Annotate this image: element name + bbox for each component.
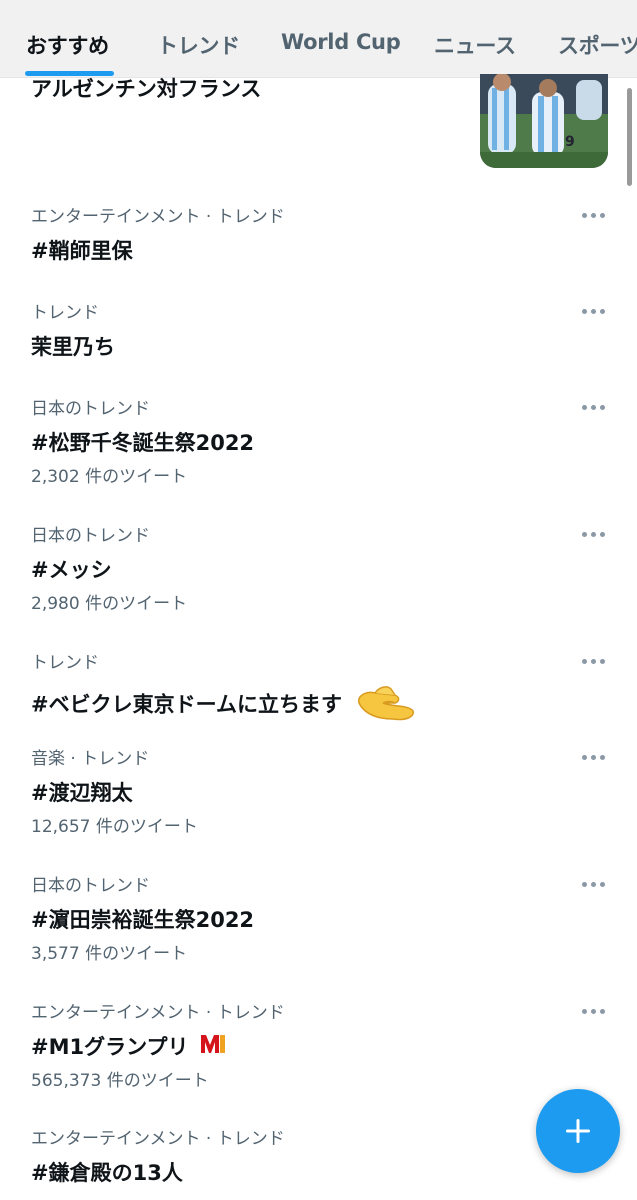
more-dots-icon[interactable] [580,656,608,668]
trend-context: 日本のトレンド [31,399,150,419]
trend-title: #鞘師里保 [31,239,133,263]
more-dots-icon[interactable] [580,529,608,541]
trend-item[interactable]: エンターテインメント · トレンド #鞘師里保 [31,205,591,267]
tweet-count: 565,373 件のツイート [31,1071,209,1091]
trend-context: 日本のトレンド [31,876,150,896]
plus-icon [566,1119,590,1143]
trend-item[interactable]: 日本のトレンド #濵田崇裕誕生祭2022 3,577 件のツイート [31,874,591,966]
tab-for-you[interactable]: おすすめ [26,30,109,60]
m1-logo-icon [199,1032,226,1064]
trend-title: 茉里乃ち [31,335,115,359]
trend-context: 音楽 · トレンド [31,749,150,769]
trend-context: 日本のトレンド [31,526,150,546]
trend-context: トレンド [31,303,99,323]
compose-tweet-button[interactable] [536,1089,620,1173]
tab-world-cup[interactable]: World Cup [281,30,401,60]
tweet-count: 3,577 件のツイート [31,944,188,964]
more-dots-icon[interactable] [580,402,608,414]
trend-title-row: #M1グランプリ [31,1031,591,1063]
trend-context: エンターテインメント · トレンド [31,1003,285,1023]
more-dots-icon[interactable] [580,210,608,222]
trend-item[interactable]: エンターテインメント · トレンド #鎌倉殿の13人 [31,1127,591,1189]
scrollbar-thumb[interactable] [627,88,632,186]
pinching-hand-emoji-icon [353,681,419,730]
more-dots-icon[interactable] [580,752,608,764]
trend-context: エンターテインメント · トレンド [31,207,285,227]
trend-title: #ベビクレ東京ドームに立ちます [31,692,342,717]
topic-thumbnail[interactable]: 9 [480,74,608,168]
tab-trending[interactable]: トレンド [157,30,240,60]
svg-text:9: 9 [565,134,575,150]
trend-title: #渡辺翔太 [31,781,133,805]
tweet-count: 2,980 件のツイート [31,594,188,614]
trend-title: #松野千冬誕生祭2022 [31,431,255,455]
trend-title: #M1グランプリ [31,1035,189,1059]
trend-title: #濵田崇裕誕生祭2022 [31,908,255,932]
tweet-count: 2,302 件のツイート [31,467,188,487]
more-dots-icon[interactable] [580,1006,608,1018]
trend-title: #メッシ [31,558,112,582]
trend-item[interactable]: 音楽 · トレンド #渡辺翔太 12,657 件のツイート [31,747,591,839]
more-dots-icon[interactable] [580,879,608,891]
trend-item[interactable]: 日本のトレンド #メッシ 2,980 件のツイート [31,524,591,616]
trend-title: #鎌倉殿の13人 [31,1161,183,1185]
topic-title[interactable]: アルゼンチン対フランス [31,73,261,103]
trend-title-row: #ベビクレ東京ドームに立ちます [31,681,591,721]
more-dots-icon[interactable] [580,306,608,318]
tab-news[interactable]: ニュース [434,30,516,60]
trend-context: トレンド [31,653,99,673]
trend-item[interactable]: エンターテインメント · トレンド #M1グランプリ 565,373 件のツイー… [31,1001,591,1093]
tweet-count: 12,657 件のツイート [31,817,198,837]
trend-context: エンターテインメント · トレンド [31,1129,285,1149]
trend-item[interactable]: トレンド 茉里乃ち [31,301,591,363]
explore-tab-bar: おすすめ トレンド World Cup ニュース スポーツ [0,0,637,78]
trend-item[interactable]: 日本のトレンド #松野千冬誕生祭2022 2,302 件のツイート [31,397,591,489]
tab-sports[interactable]: スポーツ [558,30,637,60]
trend-item[interactable]: トレンド #ベビクレ東京ドームに立ちます [31,651,591,721]
